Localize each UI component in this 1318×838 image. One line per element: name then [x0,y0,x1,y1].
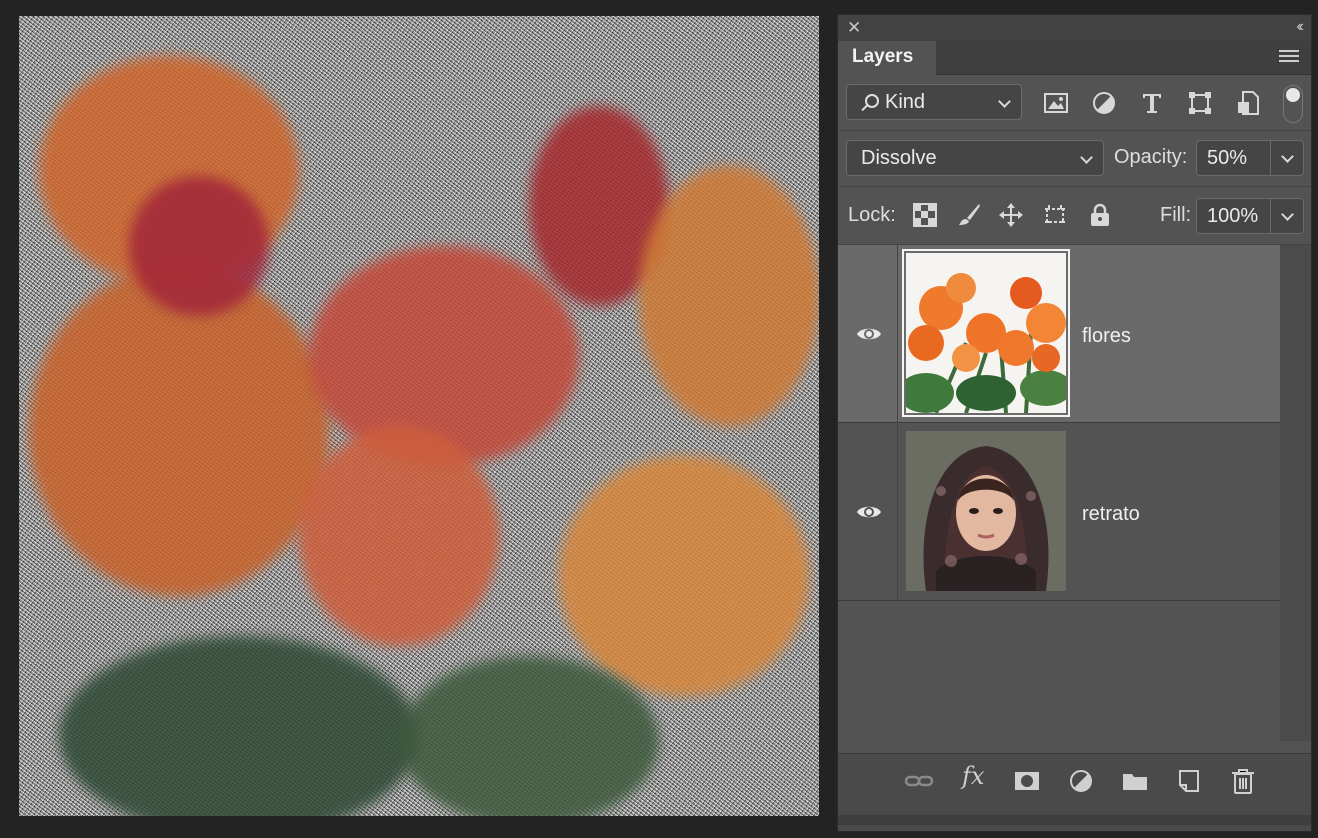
document-canvas[interactable] [19,16,819,816]
search-icon [865,94,879,108]
lock-row: Lock: Fill: 100% [838,187,1311,245]
smart-object-filter-icon[interactable] [1235,90,1261,116]
rose-blob [559,456,809,696]
layer-row-retrato[interactable]: retrato [838,423,1280,601]
leaf-blob [399,656,659,816]
lock-image-pixels-icon[interactable] [957,203,981,227]
layer-mask-icon[interactable] [1012,767,1042,795]
rose-blob [639,166,819,426]
new-group-icon[interactable] [1120,767,1150,795]
layers-bottom-toolbar: fx [838,753,1311,831]
chevron-down-icon[interactable] [1281,208,1294,221]
close-icon[interactable]: ✕ [847,18,861,38]
fill-label: Fill: [1160,204,1192,226]
chevron-down-icon[interactable] [1281,150,1294,163]
panel-tab-row: Layers [838,41,1311,75]
kind-filter-select[interactable]: Kind [846,84,1022,120]
fx-icon[interactable]: fx [962,762,984,790]
kind-filter-label: Kind [885,91,926,113]
collapse-panel-icon[interactable]: ‹‹ [1296,18,1303,36]
eye-icon[interactable] [856,325,882,343]
rose-blob [309,246,579,466]
adjustment-filter-icon[interactable] [1091,90,1117,116]
chevron-down-icon [998,95,1011,108]
opacity-input[interactable]: 50% [1196,140,1304,176]
layer-row-flores[interactable]: flores [838,245,1280,423]
layer-name-retrato[interactable]: retrato [1082,503,1140,526]
panel-title-bar: ✕ ‹‹ [838,15,1311,41]
type-filter-icon[interactable] [1139,90,1165,116]
rose-blob [129,176,269,316]
rose-blob [29,266,329,596]
blend-mode-value: Dissolve [861,147,937,169]
image-filter-icon[interactable] [1043,90,1069,116]
lock-transparent-pixels-icon[interactable] [913,203,937,227]
lock-all-icon[interactable] [1088,203,1112,227]
flowers-thumbnail-image [906,253,1066,413]
layer-thumbnail-retrato[interactable] [906,431,1066,591]
filter-row: Kind [838,75,1311,131]
trash-icon[interactable] [1228,767,1258,795]
adjustment-layer-icon[interactable] [1066,767,1096,795]
opacity-value: 50% [1207,147,1248,169]
chevron-down-icon [1080,151,1093,164]
opacity-label: Opacity: [1114,146,1188,168]
lock-position-icon[interactable] [999,203,1023,227]
tab-layers[interactable]: Layers [838,41,936,75]
new-layer-icon[interactable] [1174,767,1204,795]
blend-mode-select[interactable]: Dissolve [846,140,1104,176]
portrait-thumbnail-image [906,431,1066,591]
blend-row: Dissolve Opacity: 50% [838,131,1311,187]
lock-artboard-icon[interactable] [1043,203,1067,227]
fill-value: 100% [1207,205,1259,227]
eye-icon[interactable] [856,503,882,521]
layer-name-flores[interactable]: flores [1082,325,1131,348]
lock-label: Lock: [848,204,896,226]
link-layers-icon[interactable] [904,767,934,795]
panel-resize-grip[interactable] [838,815,1311,825]
hamburger-menu-icon[interactable] [1279,50,1299,64]
rose-blob [299,426,499,646]
fill-input[interactable]: 100% [1196,198,1304,234]
layers-panel: ✕ ‹‹ Layers Kind Dissolve Opacity: 50% L… [837,14,1312,832]
filter-toggle-switch[interactable] [1283,85,1303,123]
shape-filter-icon[interactable] [1187,90,1213,116]
scrollbar[interactable] [1280,245,1311,741]
layer-thumbnail-flores[interactable] [902,249,1070,417]
layers-list: flores retrato [838,245,1311,741]
